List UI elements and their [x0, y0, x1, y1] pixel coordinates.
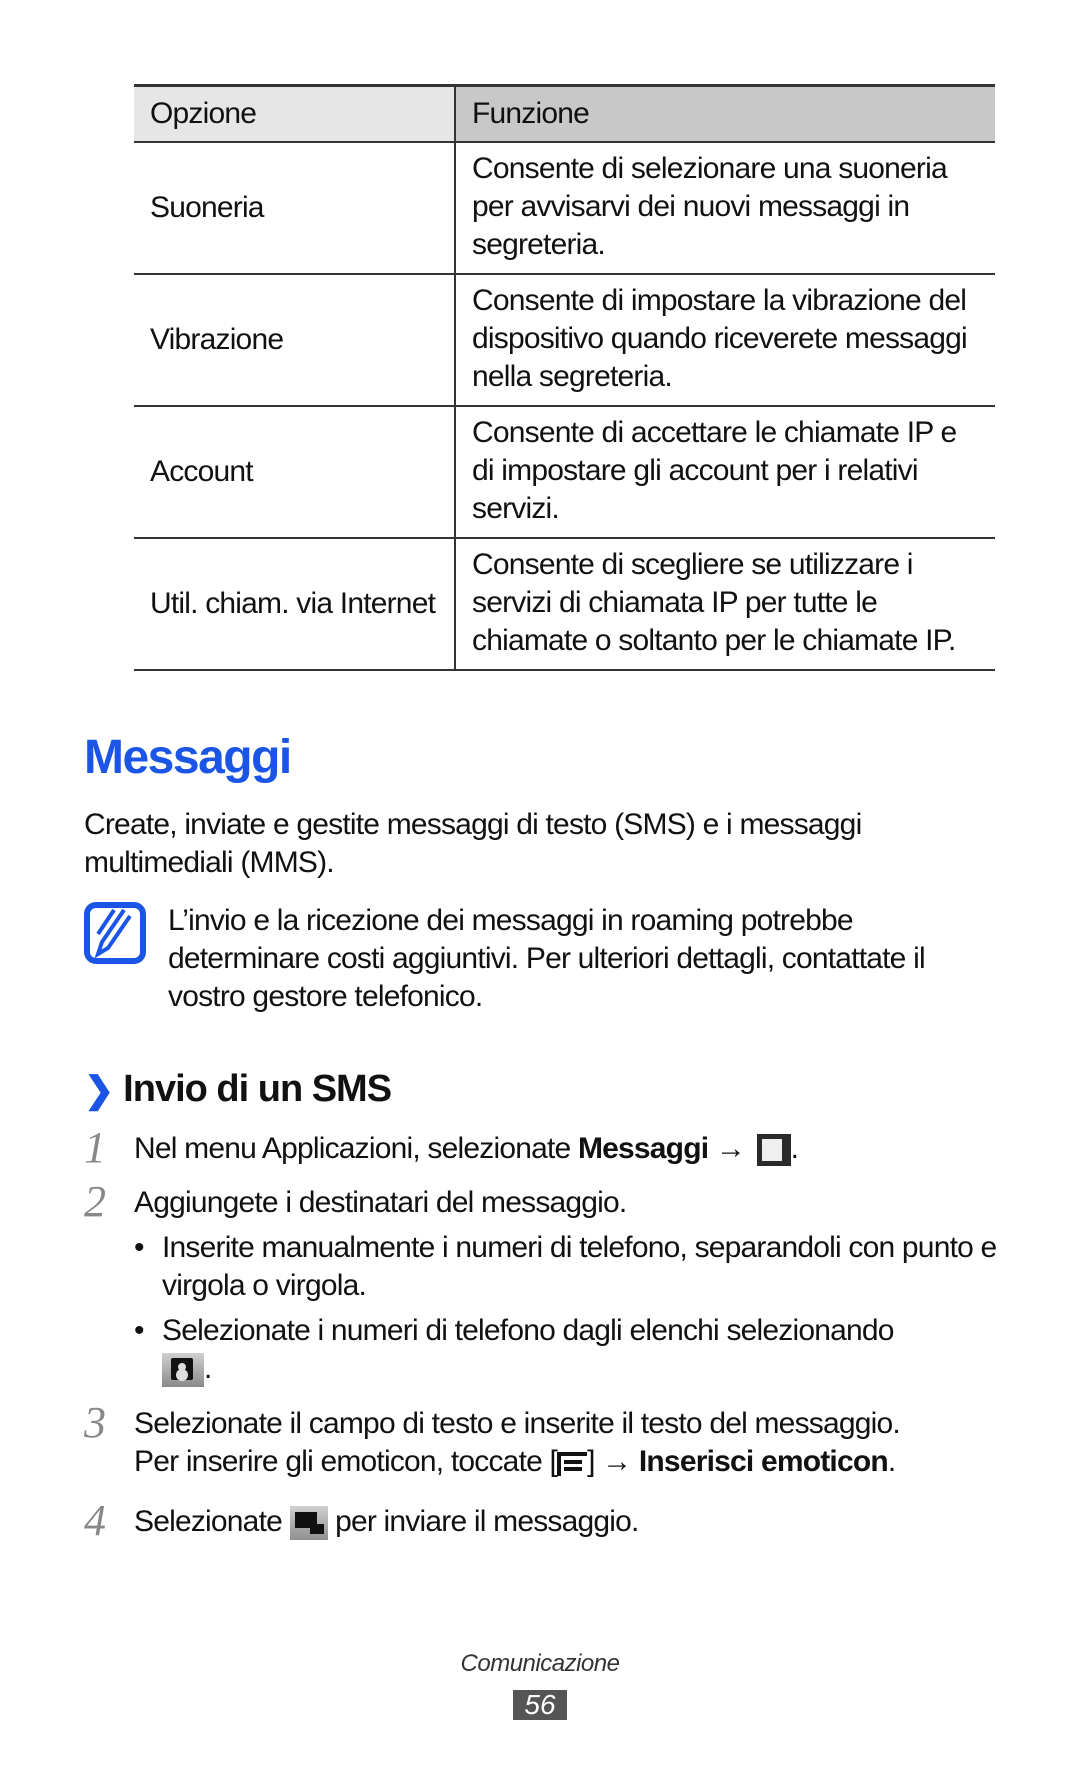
option-cell: Account: [150, 454, 254, 488]
option-cell: Suoneria: [150, 190, 265, 224]
section-title: Messaggi: [84, 731, 292, 784]
chevron-right-icon: ❯: [84, 1068, 114, 1110]
step-text-part: ] →: [587, 1445, 639, 1478]
column-header-option: Opzione: [134, 85, 455, 142]
step-text-part: Nel menu Applicazioni, selezionate: [134, 1132, 578, 1165]
send-icon: [289, 1506, 328, 1541]
column-header-function: Funzione: [454, 85, 995, 142]
option-cell: Util. chiam. via Internet: [150, 586, 436, 620]
subsection-title: ❯ Invio di un SMS: [84, 1068, 392, 1111]
section-intro: Create, inviate e gestite messaggi di te…: [84, 808, 862, 879]
arrow-icon: →: [715, 1132, 746, 1165]
step-number: 2: [84, 1177, 106, 1226]
function-cell: Consente di impostare la vibrazione del …: [454, 273, 995, 406]
page-number: 56: [513, 1690, 567, 1720]
menu-path-inserisci-emoticon: Inserisci emoticon: [638, 1445, 889, 1478]
function-cell: Consente di scegliere se utilizzare i se…: [454, 537, 995, 670]
bullet-text-part: .: [204, 1352, 212, 1385]
step-text-part: per inviare il messaggio.: [327, 1505, 639, 1538]
bullet-dot: •: [134, 1314, 145, 1347]
table-row: Suoneria Consente di selezionare una suo…: [134, 141, 995, 274]
step-text: Nel menu Applicazioni, selezionate Messa…: [134, 1130, 1004, 1168]
table-row: Util. chiam. via Internet Consente di sc…: [134, 537, 995, 670]
contact-icon: [162, 1353, 204, 1388]
option-cell: Vibrazione: [150, 322, 284, 356]
bullet-text: Inserite manualmente i numeri di telefon…: [162, 1231, 997, 1302]
manual-page: Opzione Funzione Suoneria Consente di se…: [0, 0, 1080, 1771]
step-text-part: Per inserire gli emoticon, toccate [: [134, 1445, 558, 1478]
menu-path-messaggi: Messaggi: [577, 1132, 709, 1165]
function-cell: Consente di selezionare una suoneria per…: [454, 141, 995, 274]
compose-icon: [756, 1134, 791, 1167]
chapter-label: Comunicazione: [460, 1650, 620, 1677]
options-table: Opzione Funzione Suoneria Consente di se…: [134, 84, 995, 671]
note-pencil-icon: [84, 902, 146, 964]
step-number: 1: [84, 1123, 106, 1172]
step-text: Selezionate per inviare il messaggio.: [134, 1503, 1004, 1541]
table-row: Account Consente di accettare le chiamat…: [134, 405, 995, 538]
step-text: Selezionate il campo di testo e inserite…: [134, 1405, 1004, 1481]
bullet-text: Selezionate i numeri di telefono dagli e…: [162, 1312, 1002, 1388]
table-header-row: Opzione Funzione: [134, 85, 995, 142]
function-cell: Consente di accettare le chiamate IP e d…: [454, 405, 995, 538]
step-text-part: Selezionate: [134, 1505, 290, 1538]
step-text: Aggiungete i destinatari del messaggio.: [134, 1186, 627, 1219]
step-number: 3: [84, 1398, 106, 1447]
note-text: L’invio e la ricezione dei messaggi in r…: [168, 904, 926, 1013]
menu-icon: [557, 1450, 588, 1477]
subsection-title-text: Invio di un SMS: [123, 1068, 392, 1110]
bullet-dot: •: [134, 1231, 145, 1264]
bullet-text-part: Selezionate i numeri di telefono dagli e…: [162, 1314, 894, 1347]
step-text-part: .: [887, 1445, 896, 1478]
table-row: Vibrazione Consente di impostare la vibr…: [134, 273, 995, 406]
step-text-part: Selezionate il campo di testo e inserite…: [134, 1407, 901, 1440]
step-text-part: .: [790, 1132, 799, 1165]
step-number: 4: [84, 1496, 106, 1545]
